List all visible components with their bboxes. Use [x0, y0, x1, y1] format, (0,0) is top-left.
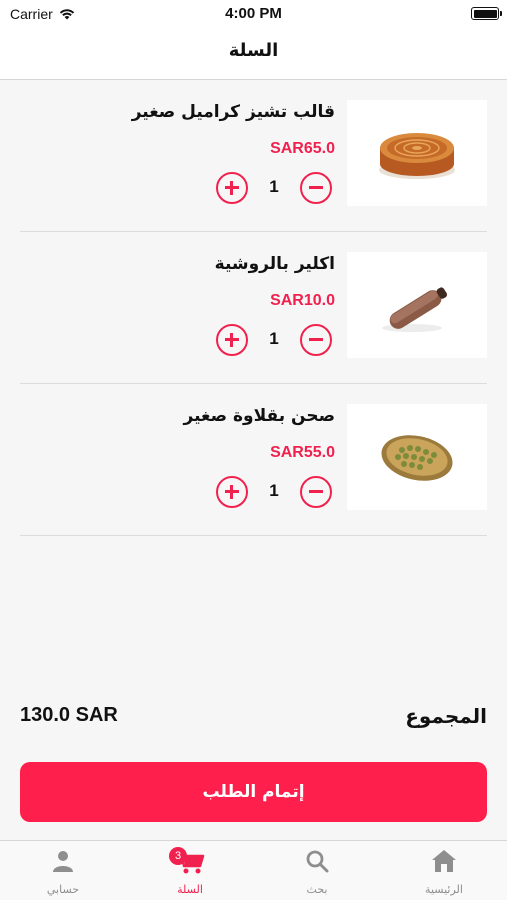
cart-count-badge: 3 [169, 847, 187, 865]
minus-icon [308, 490, 323, 493]
cart-list: قالب تشيز كراميل صغير SAR65.0 1 اكلير با… [0, 80, 507, 536]
quantity-value: 1 [269, 481, 279, 500]
minus-icon [308, 338, 323, 341]
item-name: صحن بقلاوة صغير [183, 406, 335, 426]
baklava-plate-image[interactable] [347, 404, 487, 510]
decrease-quantity-button[interactable] [300, 476, 332, 508]
checkout-button[interactable]: إتمام الطلب [20, 762, 487, 822]
quantity-value: 1 [269, 329, 279, 348]
order-total: المجموع 130.0 SAR [20, 700, 487, 736]
navigation-bar: السلة [0, 28, 507, 80]
caramel-cheesecake-image[interactable] [347, 100, 487, 206]
increase-quantity-button[interactable] [216, 172, 248, 204]
increase-quantity-button[interactable] [216, 324, 248, 356]
minus-icon [308, 186, 323, 189]
tab-cart[interactable]: 3 السلة [127, 841, 253, 900]
decrease-quantity-button[interactable] [300, 324, 332, 356]
item-price: SAR55.0 [270, 444, 335, 461]
tab-label: الرئيسية [425, 883, 463, 896]
search-icon [306, 850, 329, 873]
tab-bar: حسابي 3 السلة بحث الرئيسية [0, 840, 507, 900]
item-name: اكلير بالروشية [214, 254, 335, 274]
clock: 4:00 PM [225, 5, 282, 22]
tab-label: بحث [306, 883, 328, 896]
cart-item: صحن بقلاوة صغير SAR55.0 1 [20, 384, 487, 536]
total-value: 130.0 SAR [20, 704, 118, 726]
item-name: قالب تشيز كراميل صغير [131, 102, 335, 122]
tab-account[interactable]: حسابي [0, 841, 126, 900]
eclair-image[interactable] [347, 252, 487, 358]
item-price: SAR65.0 [270, 140, 335, 157]
cart-item: قالب تشيز كراميل صغير SAR65.0 1 [20, 80, 487, 232]
decrease-quantity-button[interactable] [300, 172, 332, 204]
increase-quantity-button[interactable] [216, 476, 248, 508]
quantity-stepper: 1 [216, 172, 332, 204]
tab-home[interactable]: الرئيسية [381, 841, 507, 900]
quantity-stepper: 1 [216, 476, 332, 508]
page-title: السلة [228, 40, 279, 61]
quantity-value: 1 [269, 177, 279, 196]
cart-item: اكلير بالروشية SAR10.0 1 [20, 232, 487, 384]
tab-search[interactable]: بحث [254, 841, 380, 900]
total-label: المجموع [405, 704, 487, 728]
home-icon [432, 850, 456, 872]
quantity-stepper: 1 [216, 324, 332, 356]
tab-label: حسابي [46, 883, 80, 896]
item-price: SAR10.0 [270, 292, 335, 309]
tab-label: السلة [177, 883, 203, 896]
battery-icon [471, 7, 502, 20]
person-icon [53, 851, 73, 872]
status-bar: Carrier 4:00 PM [0, 0, 507, 28]
